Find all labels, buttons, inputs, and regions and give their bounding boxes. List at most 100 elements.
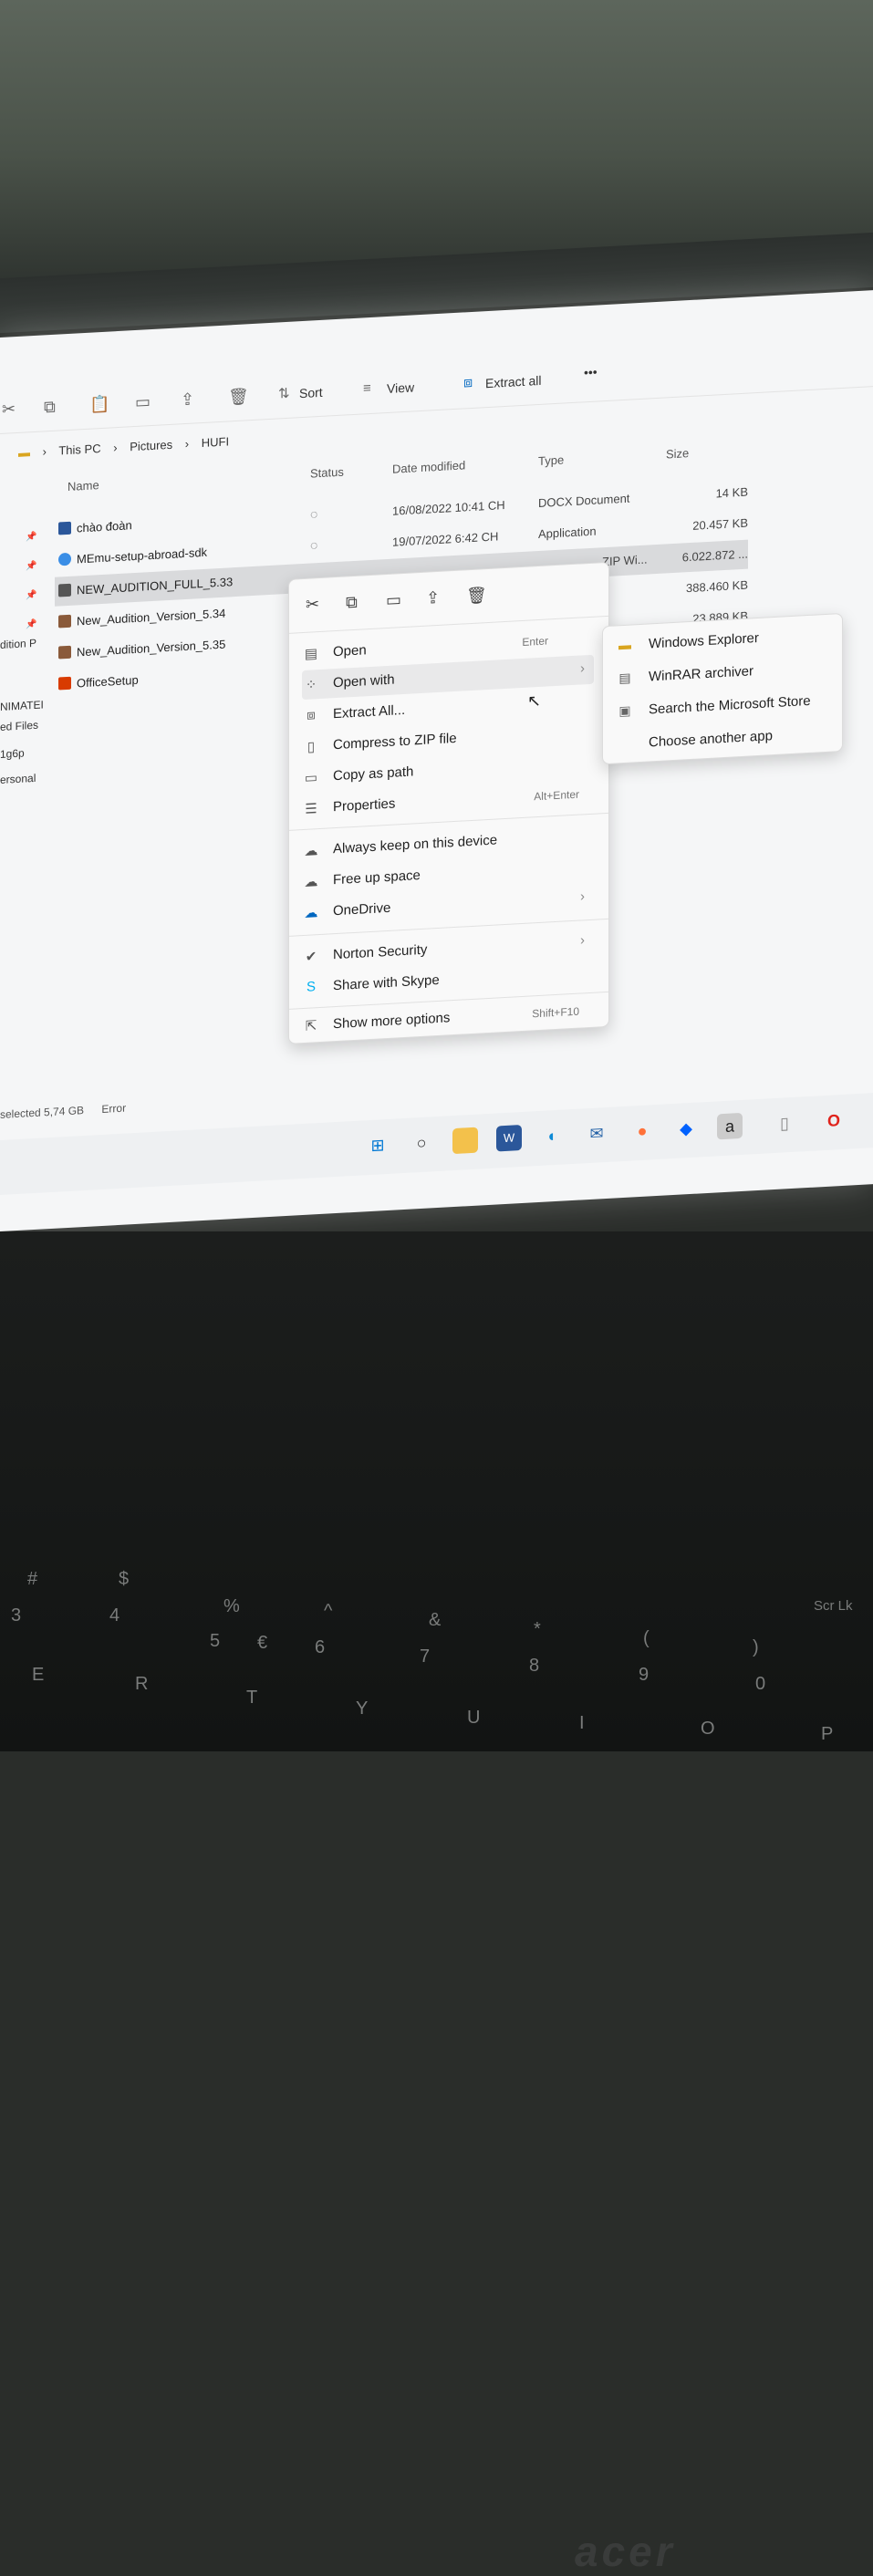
breadcrumb-this-pc[interactable]: This PC (58, 441, 100, 458)
key: 8 (529, 1656, 540, 1676)
key: Y (356, 1698, 369, 1719)
file-size: 20.457 KB (692, 515, 748, 533)
column-size[interactable]: Size (666, 446, 689, 461)
key: 6 (315, 1637, 326, 1657)
extract-all-button[interactable]: Extract all (485, 373, 541, 390)
start-icon[interactable]: ⊞ (365, 1132, 390, 1159)
onedrive-icon: ☁ (304, 905, 318, 921)
sort-button[interactable]: Sort (299, 385, 323, 400)
taskbar: ⊞ ○ W ◐ ✉ ● ◆ a ▯ O (0, 1093, 873, 1195)
key: O (701, 1719, 715, 1739)
submenu-item-label: WinRAR archiver (649, 663, 754, 685)
paste-icon[interactable]: 📋 (89, 394, 109, 414)
nav-item[interactable]: NIMATEI (0, 698, 44, 713)
breadcrumb-separator: › (42, 444, 47, 459)
menu-item-label: Open with (333, 671, 395, 691)
share-icon[interactable]: ⇪ (426, 588, 440, 608)
file-type: Application (538, 524, 597, 542)
menu-item-label: OneDrive (333, 899, 391, 919)
file-date: 19/07/2022 6:42 CH (392, 529, 499, 549)
breadcrumb-pictures[interactable]: Pictures (130, 438, 172, 454)
office-icon (58, 676, 71, 691)
column-type[interactable]: Type (538, 453, 564, 469)
column-date[interactable]: Date modified (392, 458, 465, 475)
chevron-right-icon: › (580, 660, 585, 677)
rename-icon[interactable]: ▭ (135, 392, 151, 412)
dropbox-icon[interactable]: ◆ (673, 1116, 699, 1143)
context-menu: ✂ ⧉ ▭ ⇪ 🗑 ▤ Open Enter ⁘ Open with › ⧈ E… (288, 561, 609, 1044)
open-with-submenu: ▬ Windows Explorer ▤ WinRAR archiver ▣ S… (602, 612, 843, 765)
laptop-keyboard: acer (0, 1231, 873, 2575)
amazon-icon[interactable]: a (717, 1112, 743, 1140)
menu-item-label: Free up space (333, 867, 421, 888)
cloud-icon: ☁ (304, 874, 318, 890)
key: T (246, 1688, 258, 1708)
key: € (257, 1633, 268, 1653)
delete-icon[interactable]: 🗑 (228, 387, 249, 407)
extract-icon: ⧈ (307, 707, 316, 723)
breadcrumb: ▬ › This PC › Pictures › HUFI (18, 434, 238, 460)
cut-icon[interactable]: ✂ (306, 595, 319, 615)
menu-shortcut: Shift+F10 (532, 1004, 579, 1021)
compress-icon: ▯ (307, 739, 316, 755)
nav-item[interactable]: 1g6p (0, 747, 25, 761)
key: 9 (639, 1665, 650, 1685)
key: 7 (420, 1646, 431, 1667)
selection-info: selected 5,74 GB (0, 1104, 85, 1121)
laptop-screen: ✂ ⧉ 📋 ▭ ⇪ 🗑 ⇅ Sort ≡ View ⧈ Extract all … (0, 290, 873, 1231)
mail-icon[interactable]: ✉ (584, 1120, 609, 1148)
column-name[interactable]: Name (68, 478, 99, 493)
copy-icon[interactable]: ⧉ (346, 593, 358, 613)
delete-icon[interactable]: 🗑 (466, 586, 487, 606)
submenu-item-label: Windows Explorer (649, 629, 759, 652)
skype-icon: S (306, 979, 316, 995)
nav-item[interactable]: ed Files (0, 719, 38, 733)
more-button[interactable]: ••• (584, 365, 598, 380)
rename-icon[interactable]: ▭ (386, 590, 401, 610)
properties-icon: ☰ (305, 801, 317, 817)
key: 5 (210, 1631, 221, 1651)
key: I (579, 1713, 585, 1733)
key: ^ (324, 1601, 333, 1621)
chevron-right-icon: › (580, 888, 585, 905)
copy-icon[interactable]: ⧉ (44, 398, 56, 418)
key: ) (753, 1637, 759, 1657)
view-button[interactable]: View (387, 379, 414, 396)
memu-app-icon (58, 552, 71, 566)
word-icon[interactable]: W (496, 1125, 522, 1152)
key: * (534, 1619, 541, 1639)
search-icon[interactable]: ○ (409, 1129, 434, 1157)
share-icon[interactable]: ⇪ (181, 390, 194, 410)
opera-icon[interactable]: O (821, 1107, 847, 1135)
menu-item-label: Share with Skype (333, 971, 440, 994)
command-bar: ✂ ⧉ 📋 ▭ ⇪ 🗑 ⇅ Sort ≡ View ⧈ Extract all … (0, 340, 873, 434)
cut-icon[interactable]: ✂ (2, 400, 16, 420)
zip-icon (58, 583, 71, 597)
column-status[interactable]: Status (310, 465, 344, 481)
pin-icon: 📌 (26, 531, 37, 543)
norton-icon: ✔ (305, 949, 317, 965)
key: & (429, 1610, 442, 1630)
file-name: New_Audition_Version_5.34 (77, 606, 226, 628)
nav-item[interactable]: ersonal (0, 772, 36, 786)
key: U (467, 1708, 481, 1728)
file-name: New_Audition_Version_5.35 (77, 637, 226, 660)
menu-item-label: Properties (333, 795, 396, 815)
edge-icon[interactable]: ◐ (540, 1122, 566, 1149)
key: R (135, 1674, 149, 1694)
chevron-right-icon: › (580, 932, 585, 949)
firefox-icon[interactable]: ● (629, 1117, 655, 1145)
archive-icon (58, 645, 71, 660)
breadcrumb-hufi[interactable]: HUFI (202, 434, 229, 450)
document-icon[interactable]: ▯ (772, 1110, 797, 1137)
file-name: MEmu-setup-abroad-sdk (77, 545, 208, 566)
file-explorer-icon[interactable] (452, 1127, 478, 1155)
breadcrumb-separator: › (113, 441, 118, 455)
menu-item-label: Always keep on this device (333, 832, 498, 857)
status-error: Error (101, 1101, 127, 1116)
key: 3 (11, 1605, 22, 1626)
nav-item[interactable]: dition P (0, 637, 36, 651)
menu-item-show-more-options[interactable]: ⇱ Show more options Shift+F10 (302, 996, 594, 1041)
key: 4 (109, 1605, 120, 1626)
pin-icon: 📌 (26, 560, 37, 572)
